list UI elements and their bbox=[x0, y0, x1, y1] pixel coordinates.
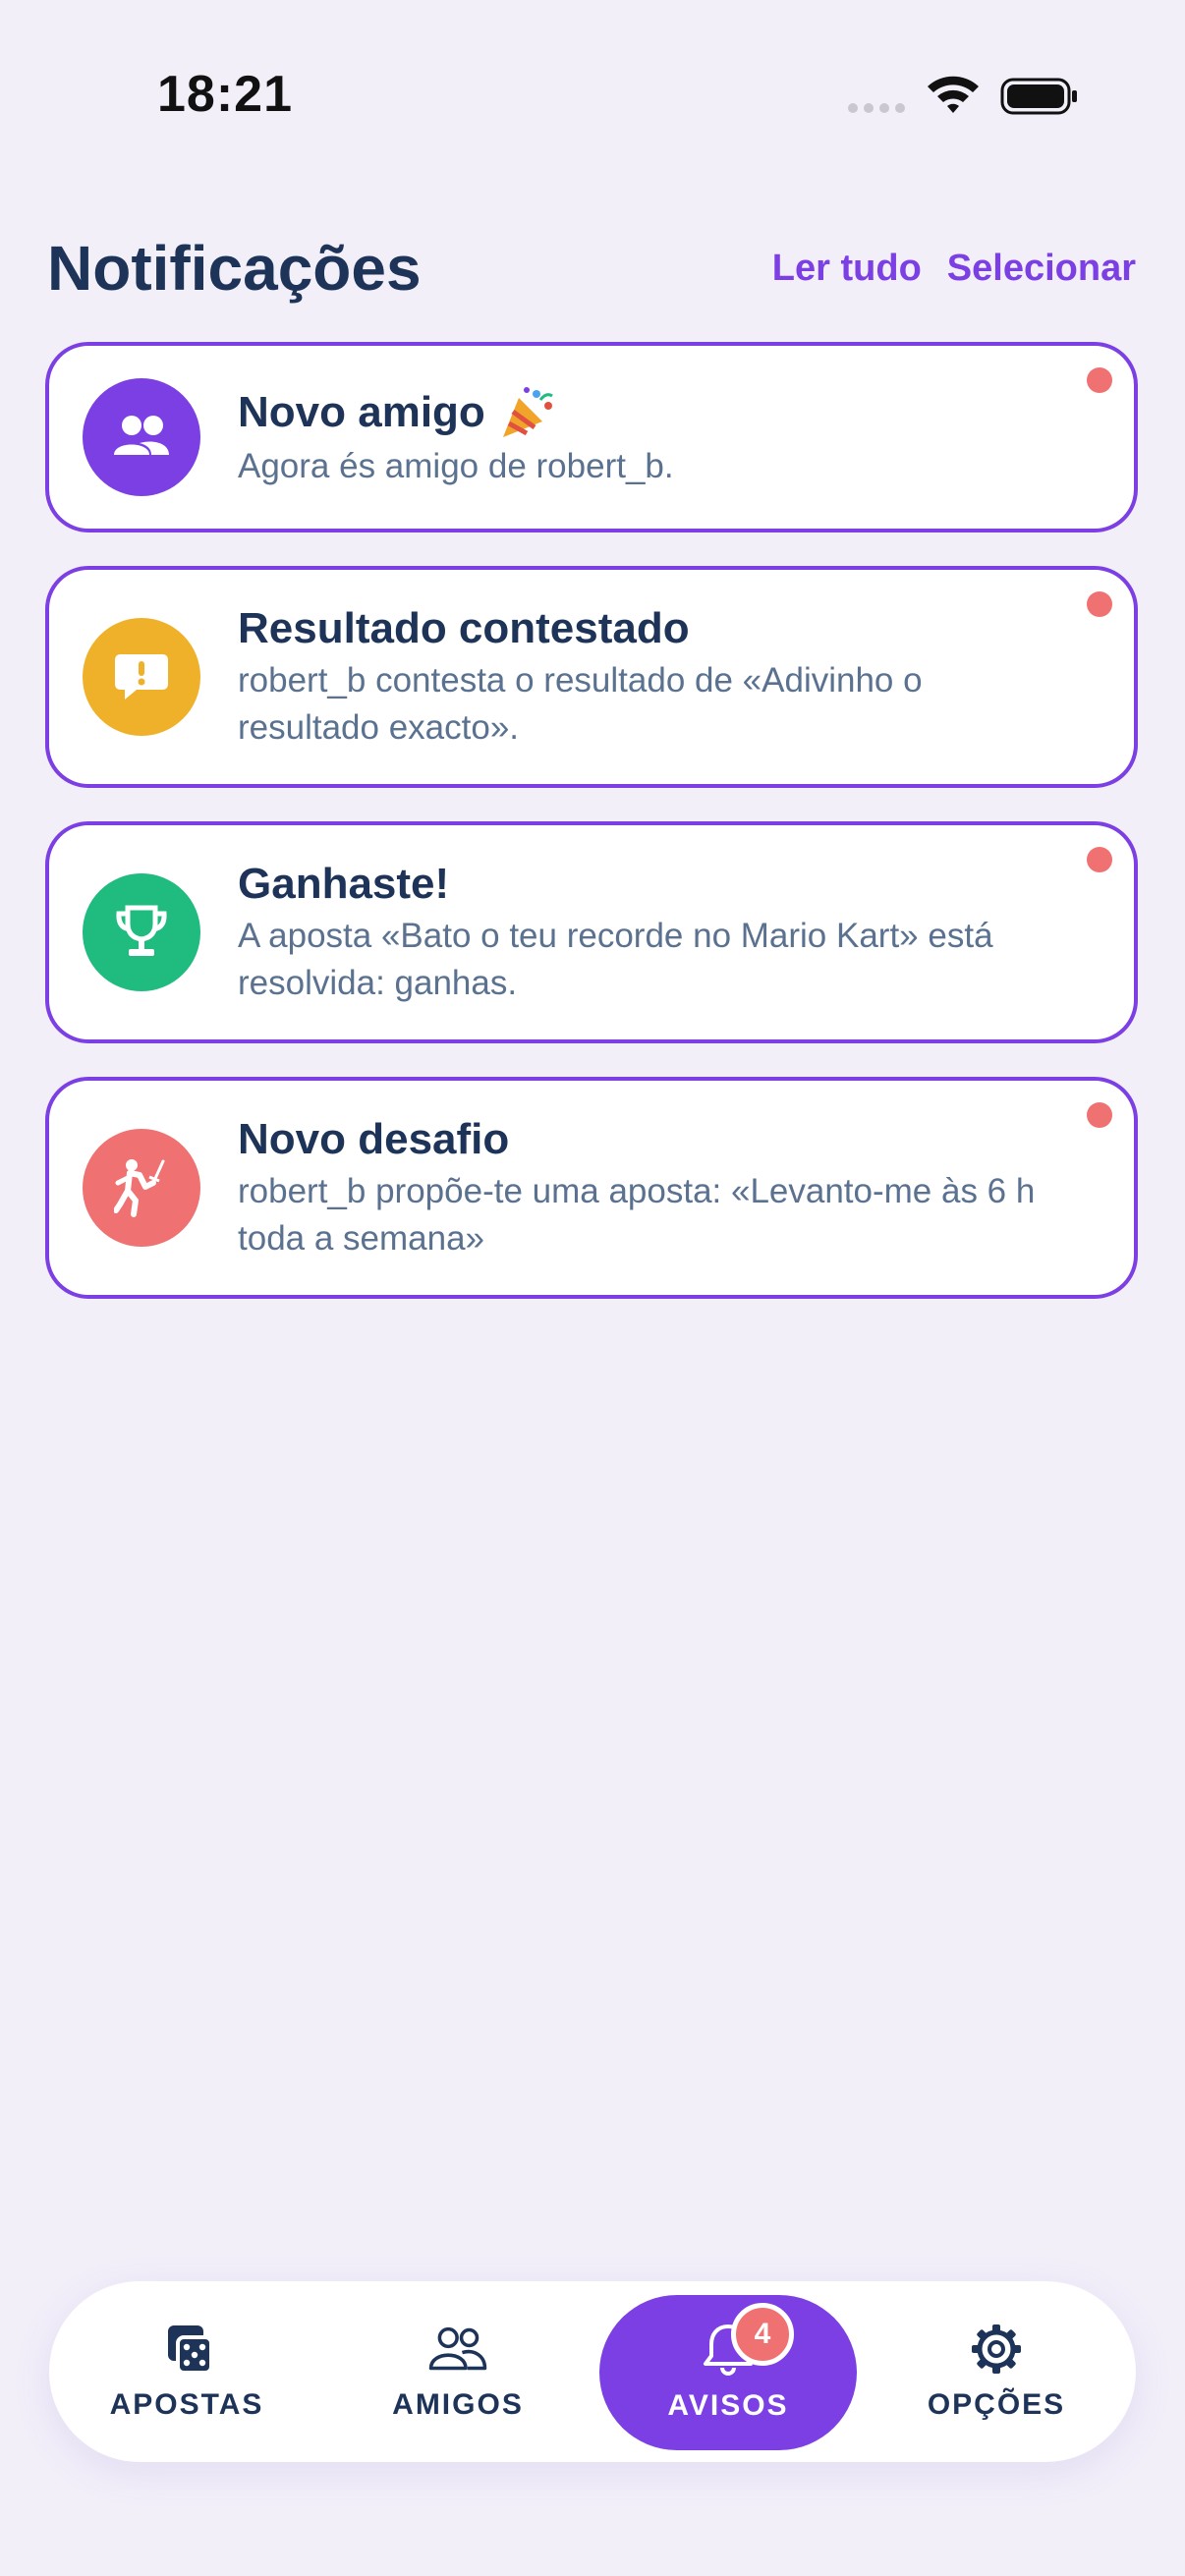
notification-body: Agora és amigo de robert_b. bbox=[238, 447, 674, 485]
party-popper-icon bbox=[502, 387, 553, 437]
notification-card-new-friend[interactable]: Novo amigo Agora és amigo de robert_b. bbox=[45, 342, 1138, 532]
signal-icon bbox=[848, 103, 905, 113]
unread-dot bbox=[1087, 591, 1112, 617]
tab-label: AVISOS bbox=[667, 2389, 789, 2422]
unread-dot bbox=[1087, 1102, 1112, 1128]
notification-title: Resultado contestado bbox=[238, 604, 690, 652]
fencing-icon bbox=[83, 1129, 200, 1247]
status-bar: 18:21 bbox=[0, 0, 1185, 196]
trophy-icon bbox=[83, 873, 200, 991]
notification-body: A aposta «Bato o teu recorde no Mario Ka… bbox=[238, 917, 993, 1002]
notification-title: Novo desafio bbox=[238, 1115, 510, 1163]
tab-label: APOSTAS bbox=[109, 2388, 264, 2421]
notification-body: robert_b propõe-te uma aposta: «Levanto-… bbox=[238, 1172, 1036, 1258]
tab-friends[interactable]: AMIGOS bbox=[360, 2281, 556, 2462]
header-actions: Ler tudo Selecionar bbox=[772, 248, 1136, 290]
page-title: Notificações bbox=[47, 233, 422, 304]
dice-icon bbox=[168, 2325, 213, 2375]
tab-options[interactable]: OPÇÕES bbox=[898, 2281, 1095, 2462]
friends-outline-icon bbox=[428, 2326, 487, 2371]
tab-label: OPÇÕES bbox=[927, 2388, 1066, 2421]
gear-icon bbox=[972, 2324, 1021, 2374]
notification-title: Ganhaste! bbox=[238, 860, 450, 908]
select-button[interactable]: Selecionar bbox=[947, 248, 1136, 290]
notification-card-you-won[interactable]: Ganhaste! A aposta «Bato o teu recorde n… bbox=[45, 821, 1138, 1043]
notification-card-disputed-result[interactable]: Resultado contestado robert_b contesta o… bbox=[45, 566, 1138, 788]
friends-icon bbox=[83, 378, 200, 496]
notification-title: Novo amigo bbox=[238, 388, 485, 436]
wifi-icon bbox=[928, 76, 979, 113]
tab-notifications[interactable]: AVISOS 4 bbox=[599, 2295, 857, 2450]
unread-dot bbox=[1087, 847, 1112, 872]
read-all-button[interactable]: Ler tudo bbox=[772, 248, 922, 290]
notification-body: robert_b contesta o resultado de «Adivin… bbox=[238, 661, 923, 747]
tab-bets[interactable]: APOSTAS bbox=[88, 2281, 285, 2462]
notification-card-new-challenge[interactable]: Novo desafio robert_b propõe-te uma apos… bbox=[45, 1077, 1138, 1299]
notification-count-badge: 4 bbox=[731, 2303, 794, 2366]
bottom-tab-bar: APOSTAS AMIGOS AVISOS 4 OPÇÕES bbox=[49, 2281, 1136, 2462]
unread-dot bbox=[1087, 367, 1112, 393]
battery-icon bbox=[1000, 78, 1077, 115]
status-time: 18:21 bbox=[157, 66, 293, 123]
notification-list: Novo amigo Agora és amigo de robert_b. R… bbox=[45, 342, 1138, 1299]
tab-label: AMIGOS bbox=[392, 2388, 524, 2421]
dispute-icon bbox=[83, 618, 200, 736]
